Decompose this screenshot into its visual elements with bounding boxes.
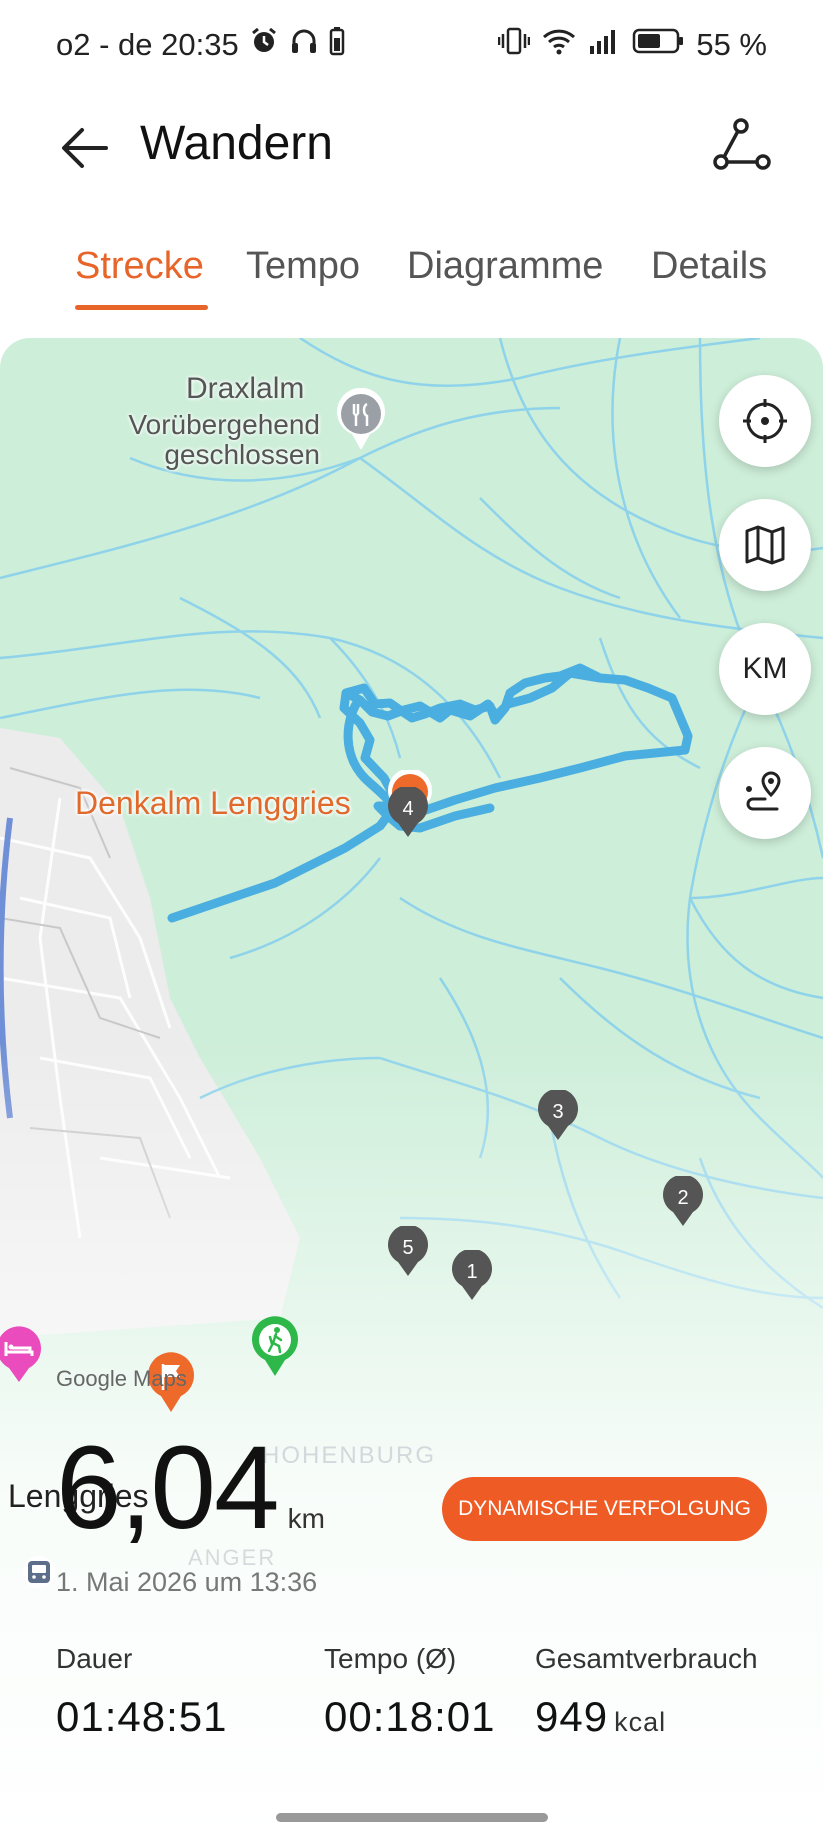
activity-date: 1. Mai 2026 um 13:36 <box>56 1567 318 1597</box>
route-share-button[interactable] <box>711 114 771 174</box>
tab-strecke[interactable]: Strecke <box>75 245 204 288</box>
battery-small-icon <box>329 26 345 64</box>
map-attribution: Google Maps <box>56 1366 187 1391</box>
stat-duration: Dauer 01:48:51 <box>56 1643 228 1741</box>
route-map[interactable]: KM Draxlalm Vorübergehend geschlossen De… <box>0 338 823 1844</box>
km-marker-1[interactable]: 1 <box>450 1248 494 1307</box>
stat-duration-label: Dauer <box>56 1643 133 1674</box>
poi-status-line-2: geschlossen <box>164 439 320 470</box>
locate-button[interactable] <box>719 375 811 467</box>
km-marker-button[interactable]: KM <box>719 623 811 715</box>
km-marker-2[interactable]: 2 <box>661 1174 705 1233</box>
poi-name: Draxlalm <box>186 372 305 405</box>
headphones-icon <box>289 26 319 64</box>
app-header: Wandern <box>0 100 823 200</box>
stat-duration-value: 01:48:51 <box>56 1693 228 1740</box>
marker-1-label: 1 <box>466 1261 477 1283</box>
stat-pace-label: Tempo (Ø) <box>324 1643 457 1674</box>
distance-summary: 6,04 km <box>56 1420 325 1556</box>
bed-icon <box>0 1326 41 1382</box>
map-canvas <box>0 338 823 1844</box>
start-marker[interactable] <box>250 1316 300 1383</box>
stat-calories: Gesamtverbrauch 949 kcal <box>535 1643 758 1741</box>
map-type-button[interactable] <box>719 499 811 591</box>
poi-status-line-1: Vorübergehend <box>128 409 320 440</box>
marker-5-label: 5 <box>402 1237 413 1259</box>
battery-percent: 55 % <box>696 27 767 62</box>
signal-icon <box>588 26 620 64</box>
page-title: Wandern <box>140 117 333 170</box>
crosshair-icon <box>743 399 787 443</box>
km-marker-5[interactable]: 5 <box>386 1224 430 1283</box>
tab-tempo[interactable]: Tempo <box>246 245 360 288</box>
carrier-time: o2 - de 20:35 <box>56 27 239 62</box>
highlight-place: Denkalm Lenggries <box>75 785 351 821</box>
active-tab-indicator <box>75 305 208 310</box>
home-indicator[interactable] <box>276 1813 548 1822</box>
marker-3-label: 3 <box>552 1101 563 1123</box>
battery-icon <box>632 26 684 64</box>
km-marker-4[interactable]: 4 <box>386 785 430 844</box>
status-right: 55 % <box>498 26 767 64</box>
train-station-pin[interactable] <box>22 1555 56 1594</box>
hiker-icon <box>252 1316 298 1376</box>
stat-calories-unit: kcal <box>614 1707 667 1737</box>
marker-2-label: 2 <box>677 1187 688 1209</box>
status-left: o2 - de 20:35 <box>56 26 345 64</box>
map-icon <box>745 525 785 565</box>
stat-calories-value: 949 <box>535 1693 609 1740</box>
route-icon <box>713 118 771 170</box>
tab-bar: Strecke Tempo Diagramme Details <box>0 245 823 315</box>
distance-value: 6,04 <box>56 1422 280 1554</box>
stat-calories-label: Gesamtverbrauch <box>535 1643 758 1674</box>
route-pin-icon <box>746 771 781 811</box>
back-button[interactable] <box>56 118 116 178</box>
alarm-icon <box>249 26 279 64</box>
stat-pace-value: 00:18:01 <box>324 1693 496 1740</box>
vibrate-icon <box>498 26 531 64</box>
dynamic-tracking-button[interactable]: DYNAMISCHE VERFOLGUNG <box>442 1477 767 1541</box>
km-marker-3[interactable]: 3 <box>536 1088 580 1147</box>
restaurant-icon <box>337 387 385 450</box>
wifi-icon <box>542 26 576 64</box>
status-bar: o2 - de 20:35 55 % <box>0 0 823 92</box>
restaurant-pin[interactable] <box>334 387 388 457</box>
train-icon <box>23 1556 55 1588</box>
tab-diagramme[interactable]: Diagramme <box>407 245 603 288</box>
stat-pace: Tempo (Ø) 00:18:01 <box>324 1643 496 1741</box>
hotel-pin[interactable] <box>0 1326 44 1389</box>
tab-details[interactable]: Details <box>651 245 767 288</box>
distance-unit: km <box>287 1503 325 1534</box>
arrow-left-icon <box>62 128 108 168</box>
marker-4-label: 4 <box>402 798 413 820</box>
route-replay-button[interactable] <box>719 747 811 839</box>
